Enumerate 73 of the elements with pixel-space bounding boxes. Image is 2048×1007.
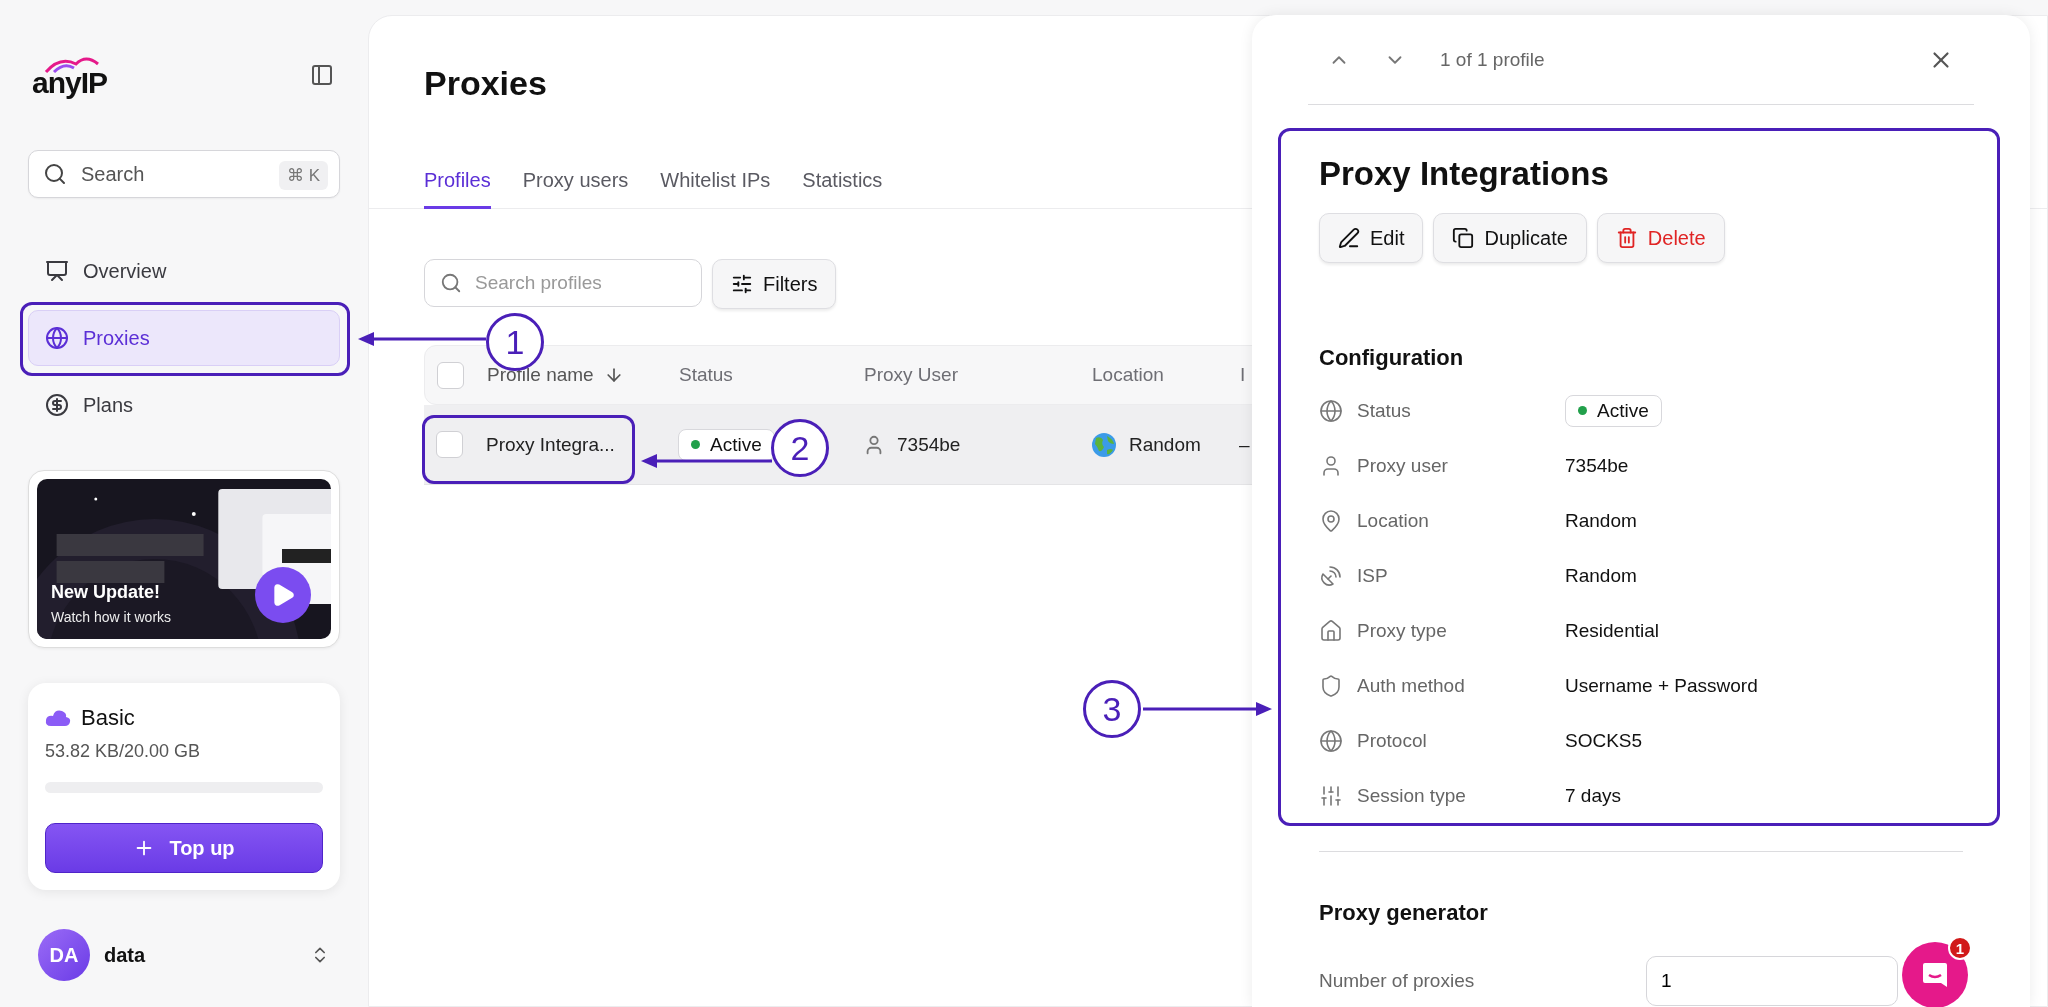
field-value: Random: [1565, 509, 1638, 532]
nav-item[interactable]: Overview: [28, 243, 340, 299]
tab[interactable]: Profiles: [424, 161, 491, 209]
search-icon: [440, 272, 462, 294]
nav-item[interactable]: Proxies: [28, 310, 340, 366]
field-value: 7 days: [1565, 784, 1622, 807]
tab[interactable]: Statistics: [802, 161, 883, 209]
house-icon: [1319, 618, 1343, 643]
search-icon: [43, 162, 67, 186]
trash-icon: [1615, 227, 1638, 249]
sidebar-toggle-icon[interactable]: [310, 63, 334, 87]
chat-icon: [1920, 960, 1950, 990]
globe-icon: [45, 326, 69, 350]
promo-subtitle: Watch how it works: [51, 609, 172, 625]
dollar-icon: [45, 393, 69, 417]
presentation-icon: [45, 259, 69, 283]
sliders-icon: [1319, 783, 1343, 808]
checkbox[interactable]: [437, 361, 464, 389]
tab[interactable]: Proxy users: [522, 161, 629, 209]
location-pin-icon: [1319, 508, 1343, 533]
table-cell: 7354be: [897, 433, 961, 456]
sliders-icon: [731, 273, 753, 295]
search-field[interactable]: Search profiles: [424, 259, 702, 307]
status-badge: Active: [1565, 394, 1662, 427]
globe-icon: [1319, 728, 1343, 753]
delete-button[interactable]: Delete: [1596, 213, 1725, 263]
copy-icon: [1452, 227, 1475, 249]
status-dot: [691, 440, 700, 449]
field-value: Random: [1565, 564, 1638, 587]
checkbox[interactable]: [436, 431, 463, 458]
nav-item[interactable]: Plans: [28, 377, 340, 433]
field-label: Proxy type: [1357, 619, 1448, 642]
pen-icon: [1338, 227, 1360, 249]
field-label: Auth method: [1357, 674, 1466, 697]
column-header[interactable]: Status: [679, 364, 864, 386]
tab[interactable]: Whitelist IPs: [660, 161, 771, 209]
section-heading: Proxy generator: [1319, 900, 1489, 926]
table-cell-text: Proxy Integra...: [486, 433, 616, 456]
filters-button[interactable]: Filters: [712, 259, 837, 309]
number-field[interactable]: 1: [1646, 956, 1898, 1006]
column-header[interactable]: Proxy User: [864, 364, 1092, 386]
field-value: 7354be: [1565, 454, 1630, 477]
field-label: Protocol: [1357, 729, 1428, 752]
field-label: Number of proxies: [1319, 970, 1476, 992]
satellite-dish-icon: [1319, 563, 1343, 588]
user-name: data: [104, 943, 147, 967]
duplicate-button[interactable]: Duplicate: [1433, 213, 1587, 263]
field-label: Location: [1357, 509, 1430, 532]
field-label: ISP: [1357, 564, 1389, 587]
avatar: DA: [38, 929, 90, 981]
globe-icon: [1091, 431, 1117, 458]
table-cell: Random: [1129, 433, 1201, 456]
cloud-icon: [45, 709, 71, 727]
profile-counter: 1 of 1 profile: [1440, 48, 1546, 71]
table-cell-text: –: [1239, 433, 1251, 456]
field-label: Session type: [1357, 784, 1467, 807]
page-title: Proxies: [424, 64, 548, 103]
status-badge: Active: [678, 428, 775, 461]
edit-button[interactable]: Edit: [1319, 213, 1424, 263]
promo-title: New Update!: [51, 582, 160, 603]
field-value: Username + Password: [1565, 674, 1759, 697]
shield-icon: [1319, 673, 1343, 698]
field-value: SOCKS5: [1565, 729, 1644, 752]
top-up-button[interactable]: Top up: [45, 823, 323, 873]
profile-title: Proxy Integrations: [1319, 155, 1610, 193]
column-header[interactable]: Location: [1092, 364, 1240, 386]
plan-name: Basic: [81, 705, 135, 731]
logo: anyIP: [32, 52, 108, 98]
shortcut-hint: ⌘ K: [278, 161, 328, 190]
usage-text: 53.82 KB/20.00 GB: [45, 741, 202, 762]
globe-icon: [1319, 398, 1343, 423]
field-value: Residential: [1565, 619, 1660, 642]
section-heading: Configuration: [1319, 345, 1465, 371]
